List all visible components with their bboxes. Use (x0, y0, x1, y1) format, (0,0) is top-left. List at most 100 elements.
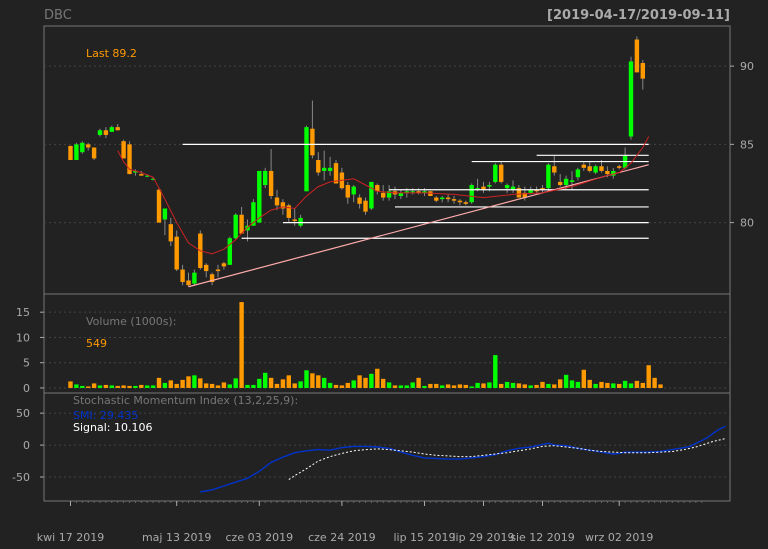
volume-bar (552, 384, 557, 388)
candle-body (115, 127, 120, 131)
volume-bar (528, 385, 533, 388)
volume-bar (68, 381, 73, 388)
x-axis-label: sie 12 2019 (510, 531, 575, 544)
volume-bar (239, 302, 244, 388)
candle-body (457, 200, 463, 203)
candle-body (310, 128, 315, 156)
volume-bar (357, 375, 362, 388)
volume-bar (363, 377, 368, 388)
volume-bar (534, 384, 539, 388)
volume-bar (91, 383, 97, 388)
volume-bar (245, 384, 250, 388)
volume-bar (316, 375, 321, 388)
volume-bar (487, 382, 492, 388)
volume-title: Volume (1000s): (86, 315, 176, 328)
candle-body (599, 166, 604, 171)
price-axis-label: 85 (740, 138, 754, 151)
candle-body (487, 185, 492, 187)
volume-bar (646, 365, 651, 388)
volume-bar (569, 380, 575, 388)
volume-bar (434, 383, 439, 388)
volume-bar (369, 373, 374, 388)
x-axis-label: cze 24 2019 (308, 531, 376, 544)
volume-last-value: 549 (86, 337, 107, 350)
candle-body (410, 191, 415, 193)
x-axis-label: kwi 17 2019 (37, 531, 104, 544)
volume-bar (127, 385, 132, 388)
volume-bar (463, 384, 468, 388)
volume-bar (516, 383, 522, 388)
volume-bar (186, 376, 191, 388)
volume-bar (628, 383, 634, 388)
volume-bar (327, 382, 333, 388)
volume-bar (263, 372, 268, 388)
candle-body (192, 272, 197, 284)
candle-body (499, 164, 504, 182)
candle-body (156, 189, 162, 223)
candle-body (363, 200, 368, 212)
volume-bar (351, 380, 356, 388)
candle-body (263, 170, 268, 186)
volume-bar (546, 383, 551, 388)
price-axis-label: 90 (740, 60, 754, 73)
volume-bar (215, 385, 221, 388)
volume-bar (109, 385, 114, 388)
volume-bar (404, 385, 409, 388)
volume-bar (617, 383, 622, 388)
volume-bar (274, 383, 280, 388)
volume-axis-label: 10 (16, 331, 30, 344)
volume-bar (587, 379, 592, 388)
volume-bar (121, 385, 126, 388)
volume-bar (563, 374, 569, 388)
candle-body (233, 214, 238, 239)
volume-bar (457, 384, 463, 388)
volume-bar (80, 385, 85, 388)
volume-bar (268, 377, 274, 388)
candle-body (605, 170, 610, 175)
volume-bar (381, 378, 386, 388)
candle-body (257, 170, 262, 223)
volume-bar (304, 370, 309, 388)
volume-bar (286, 375, 291, 388)
volume-bar (257, 378, 262, 388)
price-axis-label: 80 (740, 217, 754, 230)
candle-body (475, 188, 480, 190)
volume-bar (558, 379, 563, 388)
last-price-label: Last 89.2 (86, 47, 137, 60)
candle-body (80, 142, 85, 153)
price-chart-figure: DBC [2019-04-17/2019-09-11] 80 85 90 0 5 10 15… (0, 0, 768, 549)
candle-body (575, 169, 581, 178)
candle-body (469, 185, 474, 203)
candle-body (139, 174, 144, 176)
candle-body (86, 144, 91, 148)
volume-bar (339, 385, 345, 388)
volume-bar (540, 381, 545, 388)
candle-body (327, 167, 333, 171)
volume-bar (180, 379, 185, 388)
volume-bar (103, 384, 109, 388)
x-axis-label: wrz 02 2019 (585, 531, 653, 544)
candle-body (634, 39, 640, 73)
volume-axis-label: 5 (23, 357, 30, 370)
candle-body (162, 208, 168, 220)
candle-body (463, 202, 468, 204)
volume-bar (174, 383, 179, 388)
volume-bar (510, 382, 516, 388)
volume-bar (298, 381, 303, 388)
volume-bar (481, 383, 486, 388)
candle-body (381, 192, 386, 198)
candle-body (298, 217, 303, 226)
candle-body (121, 141, 126, 159)
candle-body (434, 197, 439, 201)
candle-body (186, 280, 191, 286)
volume-bar (227, 384, 232, 388)
volume-bar (469, 386, 474, 388)
x-axis-label: lip 29 2019 (452, 531, 514, 544)
volume-bar (139, 384, 144, 388)
smi-axis-label: 50 (16, 407, 30, 420)
volume-bar (310, 373, 315, 388)
candle-body (546, 164, 551, 189)
candle-body (552, 166, 557, 173)
volume-bar (97, 385, 103, 388)
candle-body (109, 127, 114, 132)
